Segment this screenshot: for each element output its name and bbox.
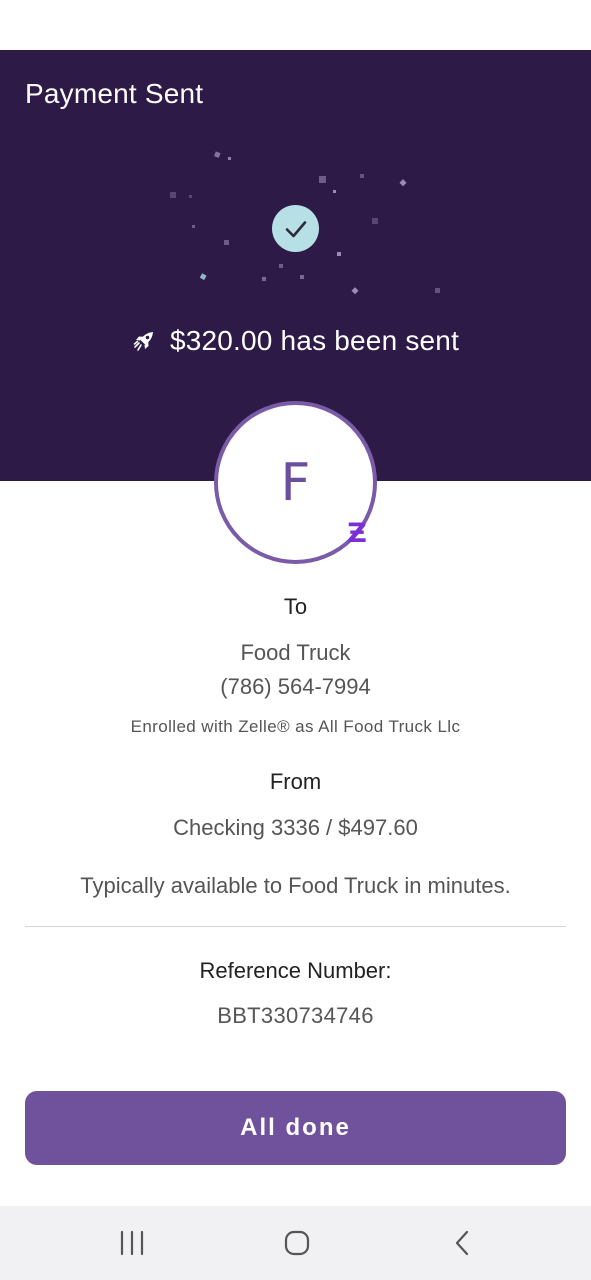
back-icon [455, 1230, 469, 1256]
system-navigation-bar [0, 1206, 591, 1280]
from-label: From [269, 769, 322, 794]
zelle-enrollment-note: Enrolled with Zelle® as All Food Truck L… [130, 717, 461, 736]
checkmark-icon [285, 220, 306, 237]
nav-home-button[interactable] [257, 1206, 337, 1280]
all-done-button[interactable]: All done [25, 1091, 566, 1165]
recents-icon [120, 1230, 144, 1256]
sent-amount-text: $320.00 has been sent [169, 325, 460, 356]
home-icon [284, 1230, 310, 1256]
rocket-icon [133, 332, 153, 351]
source-account: Checking 3336 / $497.60 [173, 815, 418, 840]
availability-note: Typically available to Food Truck in min… [80, 873, 511, 898]
to-label: To [283, 594, 308, 619]
zelle-logo-icon: Ƶ [347, 517, 367, 549]
divider [25, 926, 566, 927]
nav-recents-button[interactable] [92, 1206, 172, 1280]
recipient-phone: (786) 564-7994 [220, 674, 371, 699]
success-badge [272, 205, 319, 252]
reference-label: Reference Number: [199, 958, 392, 983]
recipient-name: Food Truck [240, 640, 351, 665]
reference-number: BBT330734746 [217, 1003, 374, 1028]
status-bar-area [0, 0, 591, 50]
nav-back-button[interactable] [423, 1206, 503, 1280]
sent-confirmation: $320.00 has been sent [0, 325, 591, 357]
